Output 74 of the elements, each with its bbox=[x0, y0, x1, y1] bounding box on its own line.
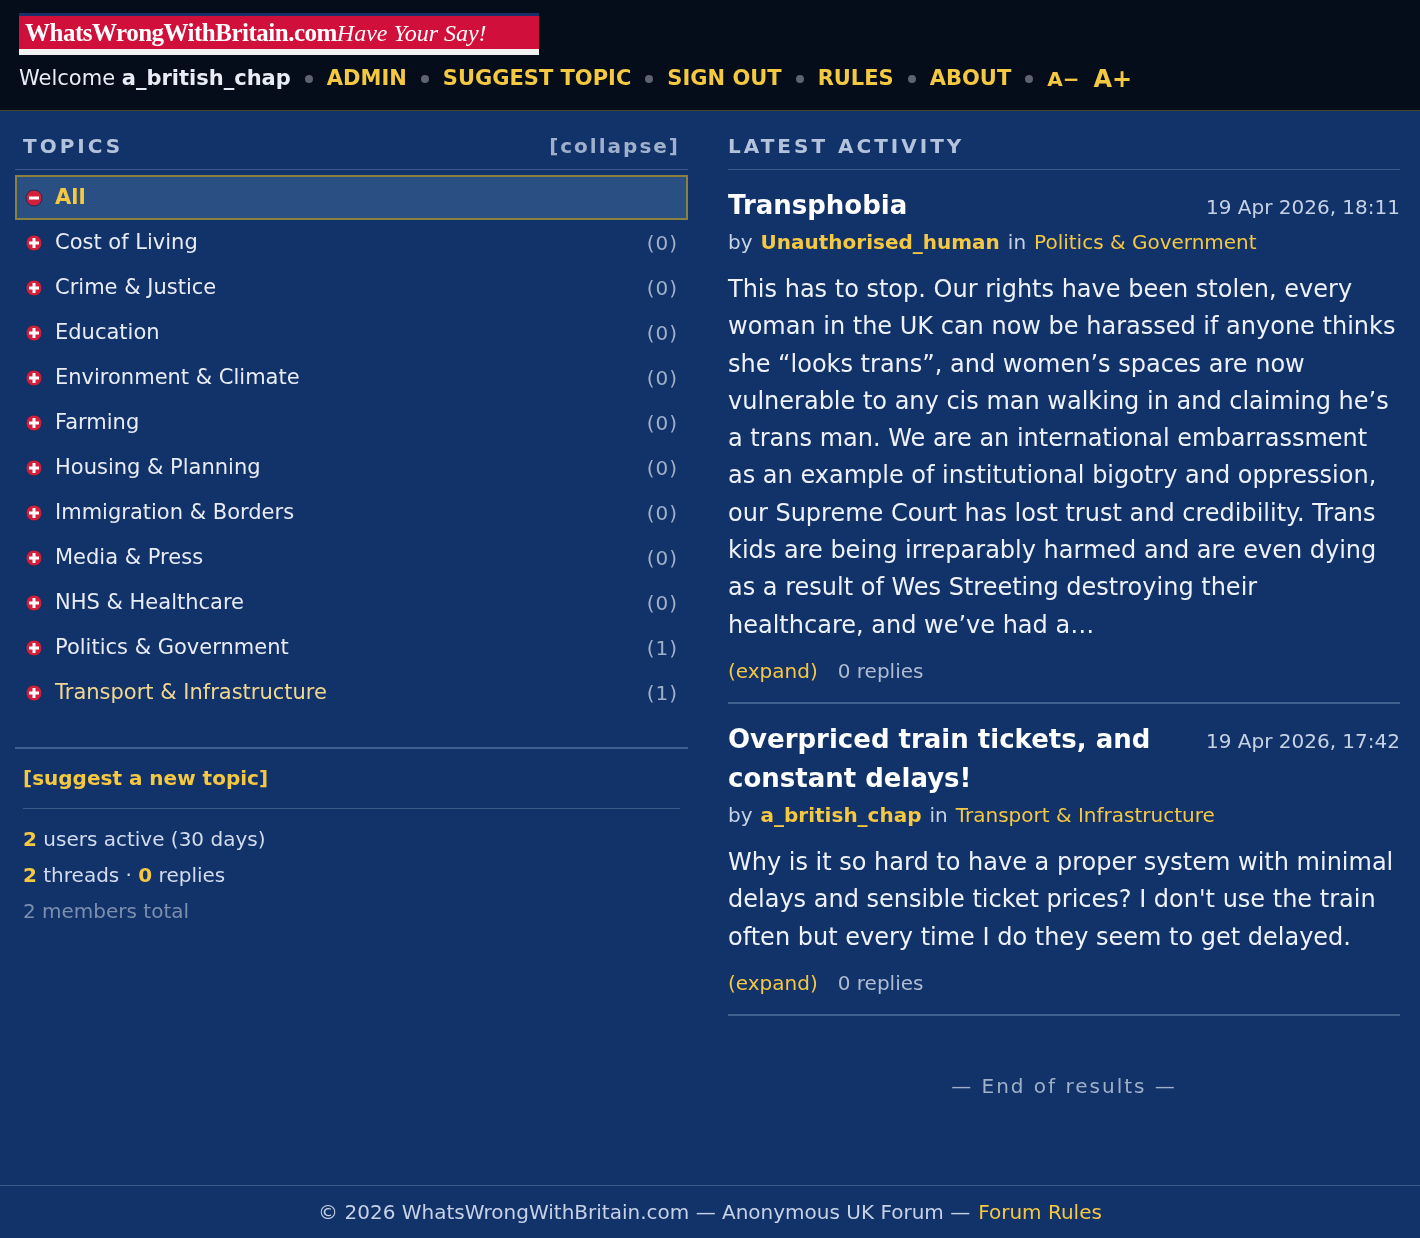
expand-link[interactable]: (expand) bbox=[728, 655, 818, 686]
topics-heading: TOPICS bbox=[23, 133, 124, 160]
topic-name: NHS & Healthcare bbox=[55, 588, 246, 616]
replies-count: 0 replies bbox=[837, 969, 924, 997]
topic-count: (0) bbox=[646, 544, 678, 572]
topic-item[interactable]: Housing & Planning (0) bbox=[15, 445, 688, 490]
topic-item[interactable]: Media & Press (0) bbox=[15, 535, 688, 580]
suggest-topic-link[interactable]: [suggest a new topic] bbox=[23, 763, 269, 793]
logo-tagline: Have Your Say! bbox=[336, 18, 487, 48]
topic-name: Farming bbox=[55, 408, 141, 436]
activity-heading: LATEST ACTIVITY bbox=[728, 134, 965, 158]
topic-link[interactable]: Politics & Government bbox=[1034, 227, 1257, 257]
replies-count: 0 replies bbox=[837, 657, 924, 685]
nav-link[interactable]: ADMIN bbox=[326, 63, 407, 95]
post-date: 19 Apr 2026, 17:42 bbox=[1206, 727, 1400, 755]
topic-name: Immigration & Borders bbox=[55, 498, 296, 526]
post-date: 19 Apr 2026, 18:11 bbox=[1206, 194, 1400, 221]
topic-item[interactable]: Cost of Living (0) bbox=[15, 220, 688, 265]
font-size-button[interactable]: A− bbox=[1047, 64, 1080, 94]
topic-name: Crime & Justice bbox=[55, 273, 218, 301]
topic-item[interactable]: All bbox=[15, 175, 688, 220]
site-logo[interactable]: WhatsWrongWithBritain.comHave Your Say! bbox=[19, 13, 539, 55]
nav-link[interactable]: SUGGEST TOPIC bbox=[442, 63, 632, 95]
topic-name: Politics & Government bbox=[55, 633, 290, 661]
topic-count: (1) bbox=[646, 634, 678, 662]
nav-link[interactable]: RULES bbox=[817, 63, 894, 95]
topic-count: (0) bbox=[646, 274, 678, 302]
post-title[interactable]: Transphobia bbox=[728, 186, 908, 225]
author-link[interactable]: Unauthorised_human bbox=[760, 227, 1000, 257]
topic-count: (0) bbox=[646, 409, 678, 437]
topic-name: Education bbox=[55, 318, 161, 346]
post-body: This has to stop. Our rights have been stolen, every woman in the UK can now be harassed if anyone thinks she “looks trans”, and women’s spaces are now vulnerable to any cis man walking in and claiming he’s a trans man. We are an international embarrassment as an example of institutional bigotry and oppression, our Supreme Court has lost trust and credibility. Trans kids are being irreparably harmed and are even dying as a result of Wes Streeting destroying their healthcare, and we’ve had a… bbox=[728, 274, 1397, 641]
topic-item[interactable]: Politics & Government (1) bbox=[15, 625, 688, 670]
collapse-link[interactable]: [collapse] bbox=[549, 131, 680, 161]
topic-name: Cost of Living bbox=[55, 228, 199, 256]
topic-name: Environment & Climate bbox=[55, 363, 301, 391]
topic-item[interactable]: Education (0) bbox=[15, 310, 688, 355]
topic-item[interactable]: Transport & Infrastructure (1) bbox=[15, 670, 688, 715]
topic-name: Transport & Infrastructure bbox=[55, 678, 328, 706]
stats-text: 2 users active (30 days) bbox=[23, 826, 267, 853]
footer-text: © 2026 WhatsWrongWithBritain.com — Anonymous UK Forum — bbox=[318, 1199, 971, 1226]
topic-item[interactable]: Farming (0) bbox=[15, 400, 688, 445]
by-label: by bbox=[728, 801, 753, 829]
topic-link[interactable]: Transport & Infrastructure bbox=[955, 799, 1215, 830]
font-size-button[interactable]: A+ bbox=[1093, 61, 1133, 97]
forum-rules-link[interactable]: Forum Rules bbox=[978, 1197, 1102, 1227]
topic-count: (0) bbox=[646, 319, 678, 347]
in-label: in bbox=[929, 801, 948, 829]
topic-item[interactable]: NHS & Healthcare (0) bbox=[15, 580, 688, 625]
topic-item[interactable]: Environment & Climate (0) bbox=[15, 355, 688, 400]
topic-name: Housing & Planning bbox=[55, 453, 262, 481]
topic-item[interactable]: Immigration & Borders (0) bbox=[15, 490, 688, 535]
logo-site-name: WhatsWrongWithBritain.com bbox=[25, 17, 337, 48]
nav-link[interactable]: ABOUT bbox=[929, 63, 1012, 95]
topic-name: Media & Press bbox=[55, 543, 205, 571]
stats-text: 2 threads · 0 replies bbox=[23, 862, 227, 889]
topic-count: (0) bbox=[646, 499, 678, 527]
by-label: by bbox=[728, 229, 753, 256]
topic-count: (0) bbox=[646, 364, 678, 392]
topic-count: (0) bbox=[646, 229, 678, 257]
welcome-text: Welcome a_british_chap bbox=[19, 65, 291, 93]
post-title[interactable]: Overpriced train tickets, and constant delays! bbox=[728, 719, 1186, 798]
author-link[interactable]: a_british_chap bbox=[760, 799, 922, 830]
expand-link[interactable]: (expand) bbox=[728, 967, 818, 998]
members-total-text: 2 members total bbox=[23, 898, 191, 925]
topic-name: All bbox=[55, 183, 87, 211]
topic-count: (1) bbox=[646, 679, 678, 707]
topic-item[interactable]: Crime & Justice (0) bbox=[15, 265, 688, 310]
topic-count: (0) bbox=[646, 454, 678, 482]
in-label: in bbox=[1007, 229, 1027, 256]
topic-count: (0) bbox=[646, 589, 678, 617]
end-of-results-text: — End of results — bbox=[951, 1072, 1177, 1100]
nav-link[interactable]: SIGN OUT bbox=[667, 63, 782, 95]
post-body: Why is it so hard to have a proper system with minimal delays and sensible ticket prices? I don't use the train often but every time I do they seem to get delayed. bbox=[728, 846, 1395, 953]
